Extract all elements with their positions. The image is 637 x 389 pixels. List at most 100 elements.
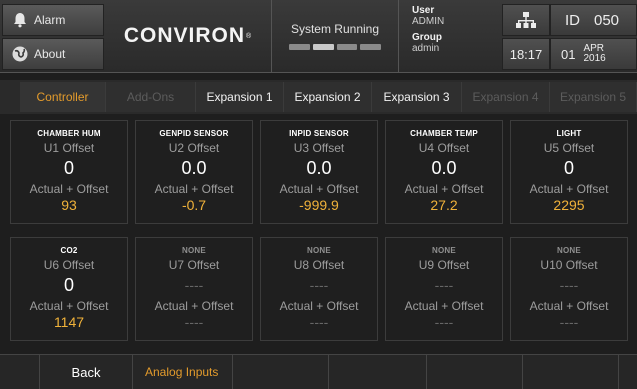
input-name: NONE	[182, 246, 206, 255]
tab-add-ons[interactable]: Add-Ons	[106, 82, 196, 112]
section-title: Analog Inputs	[133, 355, 233, 389]
actual-value: 27.2	[430, 197, 458, 213]
bell-icon	[14, 13, 26, 28]
tab-expansion-3[interactable]: Expansion 3	[372, 82, 462, 112]
offset-label: U1 Offset	[43, 141, 95, 155]
offset-value[interactable]: 0	[11, 274, 127, 296]
user-label: User	[412, 5, 435, 16]
input-card-u1[interactable]: CHAMBER HUM U1 Offset 0 Actual + Offset …	[10, 120, 128, 224]
tab-expansion-1[interactable]: Expansion 1	[196, 82, 284, 112]
network-icon	[516, 12, 536, 28]
offset-value[interactable]: 0.0	[261, 157, 377, 179]
tab-expansion-4[interactable]: Expansion 4	[462, 82, 550, 112]
offset-label: U9 Offset	[418, 258, 470, 272]
offset-label: U2 Offset	[168, 141, 220, 155]
alarm-button[interactable]: Alarm	[2, 4, 104, 36]
actual-label: Actual + Offset	[279, 182, 359, 196]
bottom-slot	[233, 355, 329, 389]
user-value: ADMIN	[412, 16, 445, 27]
input-card-u8[interactable]: NONE U8 Offset ---- Actual + Offset ----	[260, 237, 378, 341]
bottom-nav-bar: Back Analog Inputs	[0, 354, 637, 389]
input-card-u10[interactable]: NONE U10 Offset ---- Actual + Offset ---…	[510, 237, 628, 341]
about-button-label: About	[34, 47, 66, 61]
offset-value[interactable]: 0.0	[136, 157, 252, 179]
actual-value: -0.7	[181, 197, 207, 213]
offset-label: U3 Offset	[293, 141, 345, 155]
header-bar: Alarm About CONVIRON ® System Running Use…	[0, 0, 637, 73]
actual-label: Actual + Offset	[29, 182, 109, 196]
offset-label: U5 Offset	[543, 141, 595, 155]
bottom-slot	[523, 355, 619, 389]
system-status-panel: System Running	[271, 0, 399, 72]
id-value: 050	[594, 11, 620, 29]
brand-mark: ®	[246, 32, 253, 40]
input-card-u9[interactable]: NONE U9 Offset ---- Actual + Offset ----	[385, 237, 503, 341]
actual-label: Actual + Offset	[154, 299, 234, 313]
input-card-u6[interactable]: CO2 U6 Offset 0 Actual + Offset 1147	[10, 237, 128, 341]
globe-icon	[12, 46, 28, 62]
offset-value: ----	[559, 277, 579, 293]
analog-inputs-grid: CHAMBER HUM U1 Offset 0 Actual + Offset …	[10, 120, 637, 345]
input-name: CHAMBER TEMP	[410, 129, 478, 138]
input-name: NONE	[307, 246, 331, 255]
offset-label: U6 Offset	[43, 258, 95, 272]
about-button[interactable]: About	[2, 38, 104, 70]
input-name: NONE	[557, 246, 581, 255]
input-card-u3[interactable]: INPID SENSOR U3 Offset 0.0 Actual + Offs…	[260, 120, 378, 224]
input-name: GENPID SENSOR	[159, 129, 229, 138]
offset-label: U4 Offset	[418, 141, 470, 155]
offset-value: ----	[309, 277, 329, 293]
actual-label: Actual + Offset	[29, 299, 109, 313]
date-year: 2016	[583, 53, 606, 64]
id-label: ID	[565, 11, 580, 29]
input-card-u7[interactable]: NONE U7 Offset ---- Actual + Offset ----	[135, 237, 253, 341]
conviron-logo: CONVIRON ®	[106, 0, 270, 72]
alarm-button-label: Alarm	[34, 13, 66, 27]
system-activity-bar	[289, 44, 381, 50]
back-button[interactable]: Back	[40, 355, 133, 389]
actual-label: Actual + Offset	[279, 299, 359, 313]
input-name: INPID SENSOR	[289, 129, 349, 138]
bottom-slot	[619, 355, 637, 389]
tab-expansion-5[interactable]: Expansion 5	[550, 82, 637, 112]
system-status-text: System Running	[290, 22, 380, 36]
actual-value: 93	[61, 197, 77, 213]
activity-segment	[360, 44, 381, 50]
offset-value[interactable]: 0	[511, 157, 627, 179]
activity-segment	[289, 44, 310, 50]
actual-value: ----	[434, 314, 454, 330]
expansion-tabs: Controller Add-Ons Expansion 1 Expansion…	[0, 80, 637, 114]
actual-label: Actual + Offset	[404, 299, 484, 313]
bottom-spacer	[0, 355, 40, 389]
actual-value: 2295	[553, 197, 585, 213]
input-name: NONE	[432, 246, 456, 255]
offset-value[interactable]: 0	[11, 157, 127, 179]
chamber-id: ID 050	[550, 4, 637, 36]
tab-controller[interactable]: Controller	[20, 82, 106, 112]
offset-value[interactable]: 0.0	[386, 157, 502, 179]
user-panel[interactable]: User ADMIN Group admin	[400, 0, 496, 72]
input-name: CO2	[60, 246, 78, 255]
actual-label: Actual + Offset	[529, 182, 609, 196]
actual-value: 1147	[53, 314, 85, 330]
input-name: CHAMBER HUM	[37, 129, 101, 138]
input-name: LIGHT	[556, 129, 582, 138]
actual-value: ----	[309, 314, 329, 330]
offset-label: U8 Offset	[293, 258, 345, 272]
actual-value: ----	[559, 314, 579, 330]
activity-segment	[312, 44, 334, 50]
brand-name: CONVIRON	[123, 24, 245, 47]
group-label: Group	[412, 32, 442, 43]
date-day: 01	[561, 46, 576, 62]
input-card-u2[interactable]: GENPID SENSOR U2 Offset 0.0 Actual + Off…	[135, 120, 253, 224]
offset-value: ----	[434, 277, 454, 293]
input-card-u4[interactable]: CHAMBER TEMP U4 Offset 0.0 Actual + Offs…	[385, 120, 503, 224]
input-card-u5[interactable]: LIGHT U5 Offset 0 Actual + Offset 2295	[510, 120, 628, 224]
offset-label: U7 Offset	[168, 258, 220, 272]
network-button[interactable]	[502, 4, 550, 36]
date-month-year: APR 2016	[583, 44, 605, 64]
group-value: admin	[412, 43, 440, 54]
bottom-slot	[427, 355, 523, 389]
actual-value: -999.9	[299, 197, 339, 213]
tab-expansion-2[interactable]: Expansion 2	[284, 82, 372, 112]
